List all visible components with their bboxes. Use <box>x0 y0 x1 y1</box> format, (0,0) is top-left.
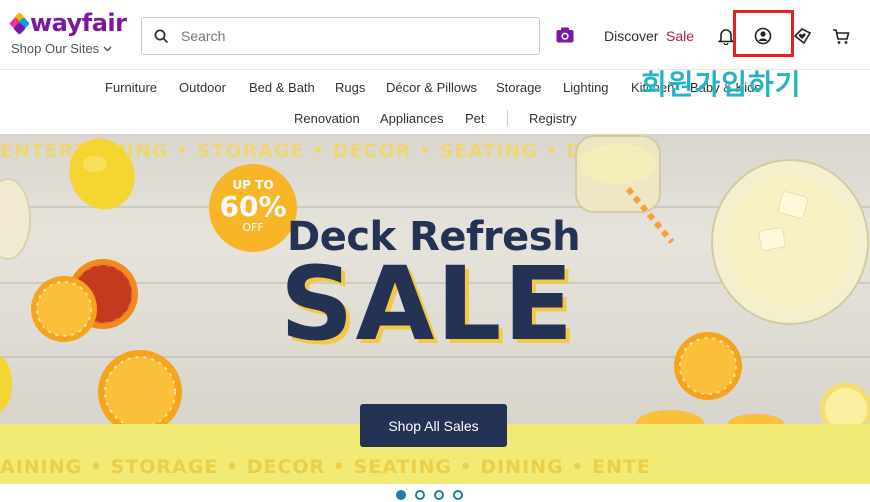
cart-button[interactable] <box>830 25 852 47</box>
brand-name: wayfair <box>30 9 127 37</box>
badge-off: OFF <box>242 221 264 234</box>
nav-decor-pillows[interactable]: Décor & Pillows <box>386 80 477 95</box>
nav-furniture[interactable]: Furniture <box>105 80 157 95</box>
cart-icon <box>833 28 850 44</box>
hero-sale-word: SALE <box>280 245 576 364</box>
nav-rugs[interactable]: Rugs <box>335 80 365 95</box>
bell-icon <box>718 29 734 45</box>
logo-area: wayfair Shop Our Sites <box>9 9 127 56</box>
carousel-dot-3[interactable] <box>434 490 444 500</box>
nav-bed-bath[interactable]: Bed & Bath <box>249 80 315 95</box>
search-bar[interactable] <box>141 17 540 55</box>
nav-lighting[interactable]: Lighting <box>563 80 609 95</box>
ticker-bottom: AINING • STORAGE • DECOR • SEATING • DIN… <box>0 456 651 478</box>
lists-icon <box>793 28 812 45</box>
badge-value: 60% <box>219 190 287 223</box>
nav-outdoor[interactable]: Outdoor <box>179 80 226 95</box>
annotation-signup-label: 회원가입하기 <box>641 68 802 101</box>
nav-registry[interactable]: Registry <box>529 111 577 126</box>
nav-storage[interactable]: Storage <box>496 80 542 95</box>
sale-link[interactable]: Sale <box>666 28 694 44</box>
nav-renovation[interactable]: Renovation <box>294 111 360 126</box>
annotation-highlight-box <box>733 10 794 57</box>
wayfair-logo[interactable]: wayfair <box>9 9 127 37</box>
logo-mark-icon <box>9 12 30 35</box>
shop-all-sales-button[interactable]: Shop All Sales <box>360 404 507 447</box>
nav-divider <box>507 110 508 126</box>
carousel-dot-4[interactable] <box>453 490 463 500</box>
hero-banner[interactable]: ENTERTAINING • STORAGE • DECOR • SEATING… <box>0 134 870 484</box>
search-icon <box>154 29 169 43</box>
search-input[interactable] <box>181 28 511 44</box>
shop-our-sites-dropdown[interactable]: Shop Our Sites <box>11 41 126 56</box>
nav-appliances[interactable]: Appliances <box>380 111 444 126</box>
chevron-down-icon <box>103 45 112 52</box>
carousel-dots <box>396 490 463 500</box>
nav-pet[interactable]: Pet <box>465 111 485 126</box>
discount-badge: UP TO 60% OFF <box>209 164 297 252</box>
camera-icon[interactable] <box>556 27 574 43</box>
shop-our-sites-label: Shop Our Sites <box>11 41 100 56</box>
lists-button[interactable] <box>792 25 814 47</box>
discover-link[interactable]: Discover <box>604 28 658 44</box>
carousel-dot-1[interactable] <box>396 490 406 500</box>
carousel-dot-2[interactable] <box>415 490 425 500</box>
